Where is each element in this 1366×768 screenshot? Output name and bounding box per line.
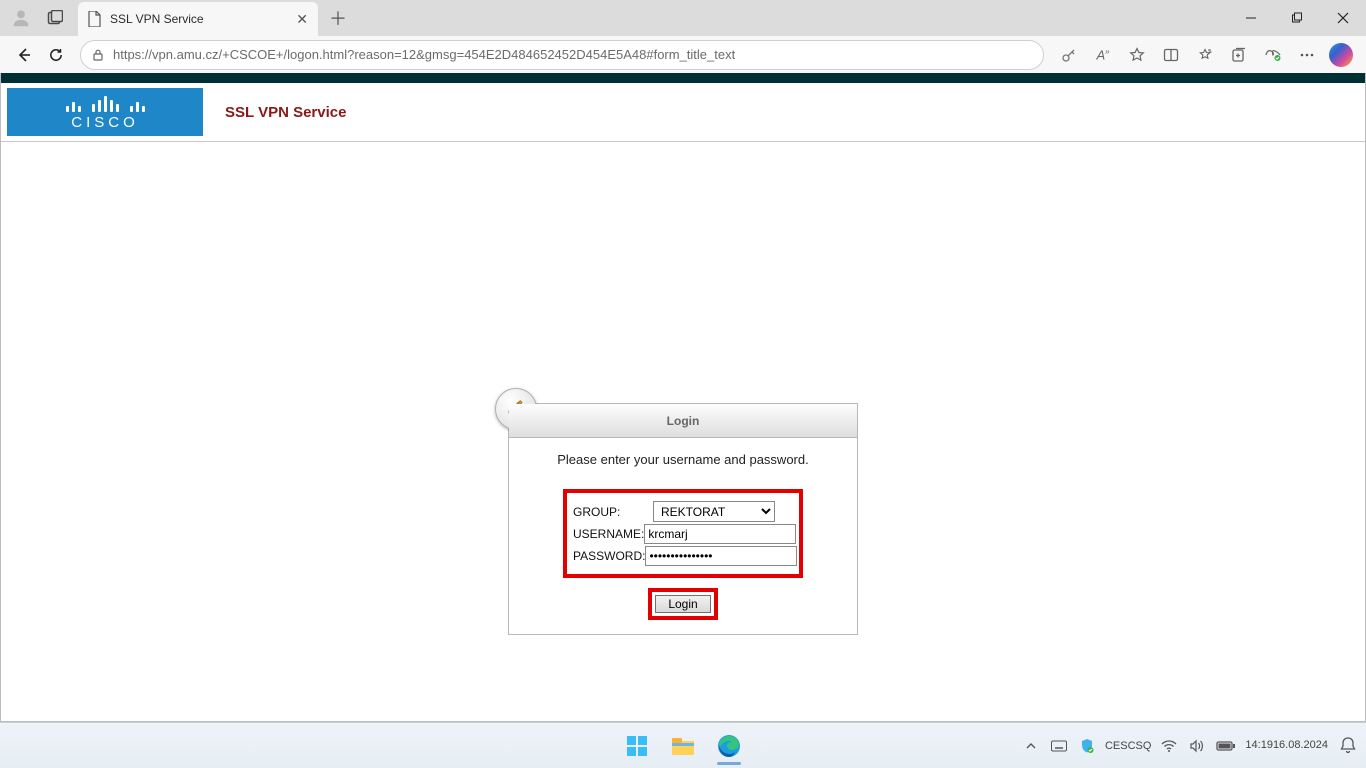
login-area: Login Please enter your username and pas… [508,403,858,635]
close-window-button[interactable] [1320,0,1366,36]
tray-chevron-icon[interactable] [1021,726,1041,766]
lock-icon [91,48,105,62]
wifi-icon[interactable] [1159,726,1179,766]
language-indicator[interactable]: CESCSQ [1105,726,1151,766]
start-button[interactable] [617,726,657,766]
group-label: GROUP: [573,505,653,519]
minimize-button[interactable] [1228,0,1274,36]
toolbar-icons: A» [1052,39,1358,71]
edge-icon[interactable] [709,726,749,766]
favorites-bar-icon[interactable] [1188,39,1222,71]
login-panel: Login Please enter your username and pas… [508,403,858,635]
tab-title: SSL VPN Service [110,12,296,26]
password-label: PASSWORD: [573,549,645,563]
favorite-icon[interactable] [1120,39,1154,71]
read-aloud-icon[interactable]: A» [1086,39,1120,71]
profile-button[interactable] [6,3,36,33]
login-header-label: Login [667,414,700,428]
heart-icon[interactable] [1256,39,1290,71]
split-screen-icon[interactable] [1154,39,1188,71]
refresh-button[interactable] [40,39,72,71]
login-button-highlight-box: Login [648,588,717,620]
window-controls [1228,0,1366,36]
browser-chrome: SSL VPN Service ✕ ＋ https://vpn.amu.cz/+… [0,0,1366,73]
battery-icon[interactable] [1215,726,1237,766]
group-select[interactable]: REKTORAT [653,501,775,522]
maximize-button[interactable] [1274,0,1320,36]
page-icon [88,11,102,27]
url-text: https://vpn.amu.cz/+CSCOE+/logon.html?re… [113,47,735,62]
tray-shield-icon[interactable] [1077,726,1097,766]
page-title: SSL VPN Service [225,104,346,121]
tab-close-button[interactable]: ✕ [296,11,308,28]
login-prompt: Please enter your username and password. [519,452,847,467]
volume-icon[interactable] [1187,726,1207,766]
top-strip [1,73,1365,83]
notification-icon[interactable] [1336,726,1360,766]
collections-icon[interactable] [1222,39,1256,71]
browser-titlebar: SSL VPN Service ✕ ＋ [0,0,1366,36]
browser-toolbar: https://vpn.amu.cz/+CSCOE+/logon.html?re… [0,36,1366,73]
page-viewport: CISCO SSL VPN Service Login Please enter… [0,73,1366,722]
username-label: USERNAME: [573,527,644,541]
username-input[interactable] [644,524,796,544]
new-tab-button[interactable]: ＋ [324,4,352,32]
clock[interactable]: 14:1916.08.2024 [1245,726,1328,766]
cisco-logo: CISCO [7,88,203,136]
copilot-icon[interactable] [1324,39,1358,71]
login-button[interactable]: Login [655,595,710,613]
address-bar[interactable]: https://vpn.amu.cz/+CSCOE+/logon.html?re… [80,40,1044,70]
cisco-wordmark: CISCO [71,114,139,131]
more-icon[interactable] [1290,39,1324,71]
key-icon[interactable] [1052,39,1086,71]
password-input[interactable] [645,546,797,566]
credential-highlight-box: GROUP: REKTORAT USERNAME: PASSWORD: [563,489,803,578]
back-button[interactable] [8,39,40,71]
browser-tab[interactable]: SSL VPN Service ✕ [78,2,318,36]
taskbar: CESCSQ 14:1916.08.2024 [0,722,1366,768]
page-header: CISCO SSL VPN Service [1,83,1365,141]
tab-actions-button[interactable] [40,3,70,33]
file-explorer-icon[interactable] [663,726,703,766]
login-header: Login [509,404,857,438]
tray-keyboard-icon[interactable] [1049,726,1069,766]
